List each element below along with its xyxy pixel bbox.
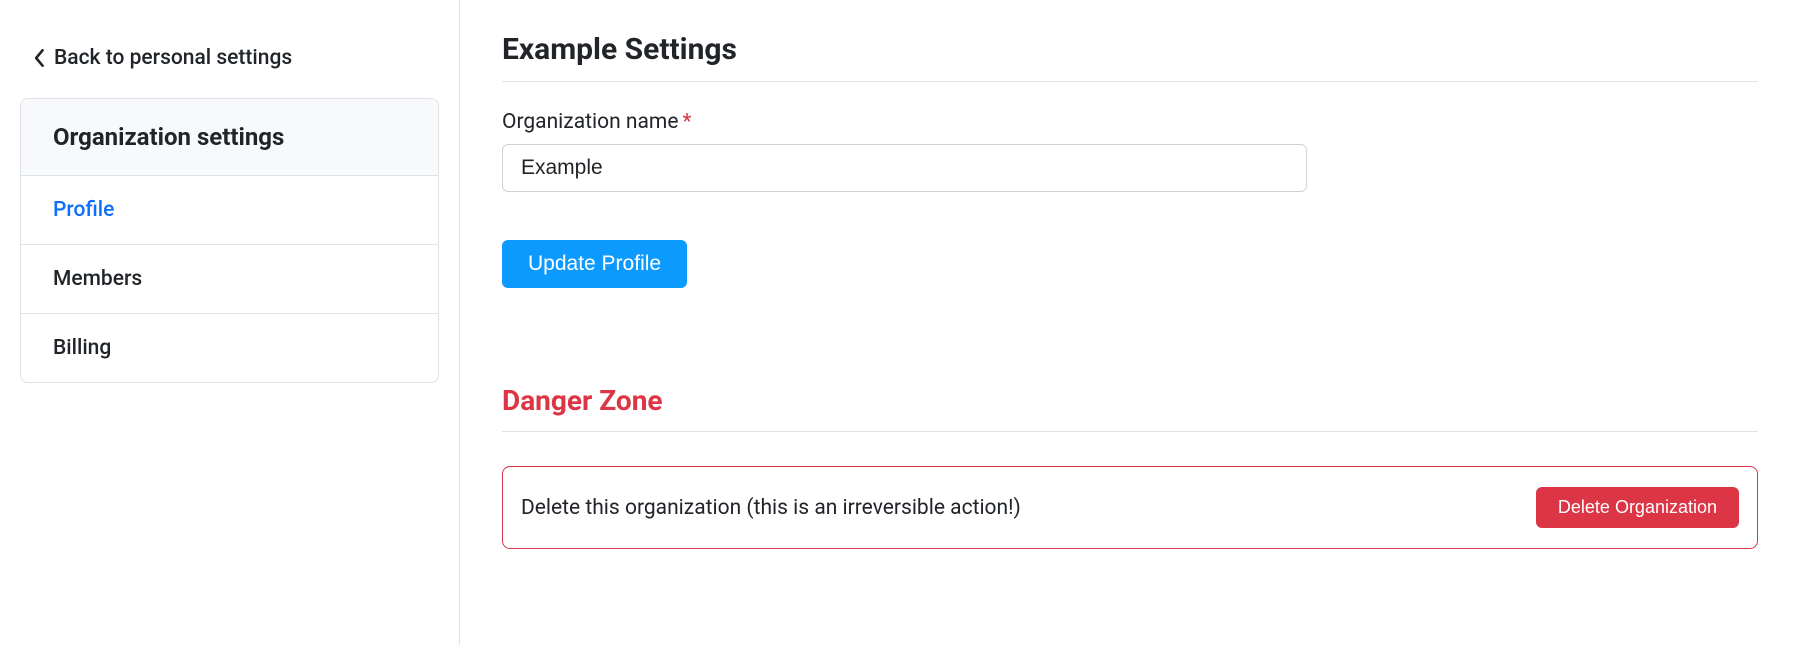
page-title: Example Settings <box>502 32 1758 82</box>
chevron-left-icon <box>34 49 46 67</box>
update-profile-button[interactable]: Update Profile <box>502 240 687 288</box>
sidebar-item-label: Billing <box>53 336 111 360</box>
org-name-input[interactable] <box>502 144 1307 192</box>
settings-layout: Back to personal settings Organization s… <box>0 0 1800 645</box>
sidebar-item-members[interactable]: Members <box>21 245 438 314</box>
danger-zone-title: Danger Zone <box>502 384 1758 432</box>
back-to-personal-settings-link[interactable]: Back to personal settings <box>20 46 439 70</box>
org-name-label: Organization name* <box>502 110 1758 134</box>
required-asterisk: * <box>682 110 691 134</box>
sidebar: Back to personal settings Organization s… <box>0 0 460 645</box>
content: Example Settings Organization name* Upda… <box>460 0 1800 645</box>
sidebar-nav: Organization settings Profile Members Bi… <box>20 98 439 383</box>
sidebar-item-profile[interactable]: Profile <box>21 176 438 245</box>
sidebar-header: Organization settings <box>21 99 438 176</box>
danger-zone-text: Delete this organization (this is an irr… <box>521 496 1021 520</box>
back-link-label: Back to personal settings <box>54 46 292 70</box>
org-name-label-text: Organization name <box>502 110 678 134</box>
sidebar-item-label: Profile <box>53 198 114 222</box>
danger-zone-box: Delete this organization (this is an irr… <box>502 466 1758 549</box>
sidebar-item-label: Members <box>53 267 142 291</box>
sidebar-item-billing[interactable]: Billing <box>21 314 438 382</box>
delete-organization-button[interactable]: Delete Organization <box>1536 487 1739 528</box>
